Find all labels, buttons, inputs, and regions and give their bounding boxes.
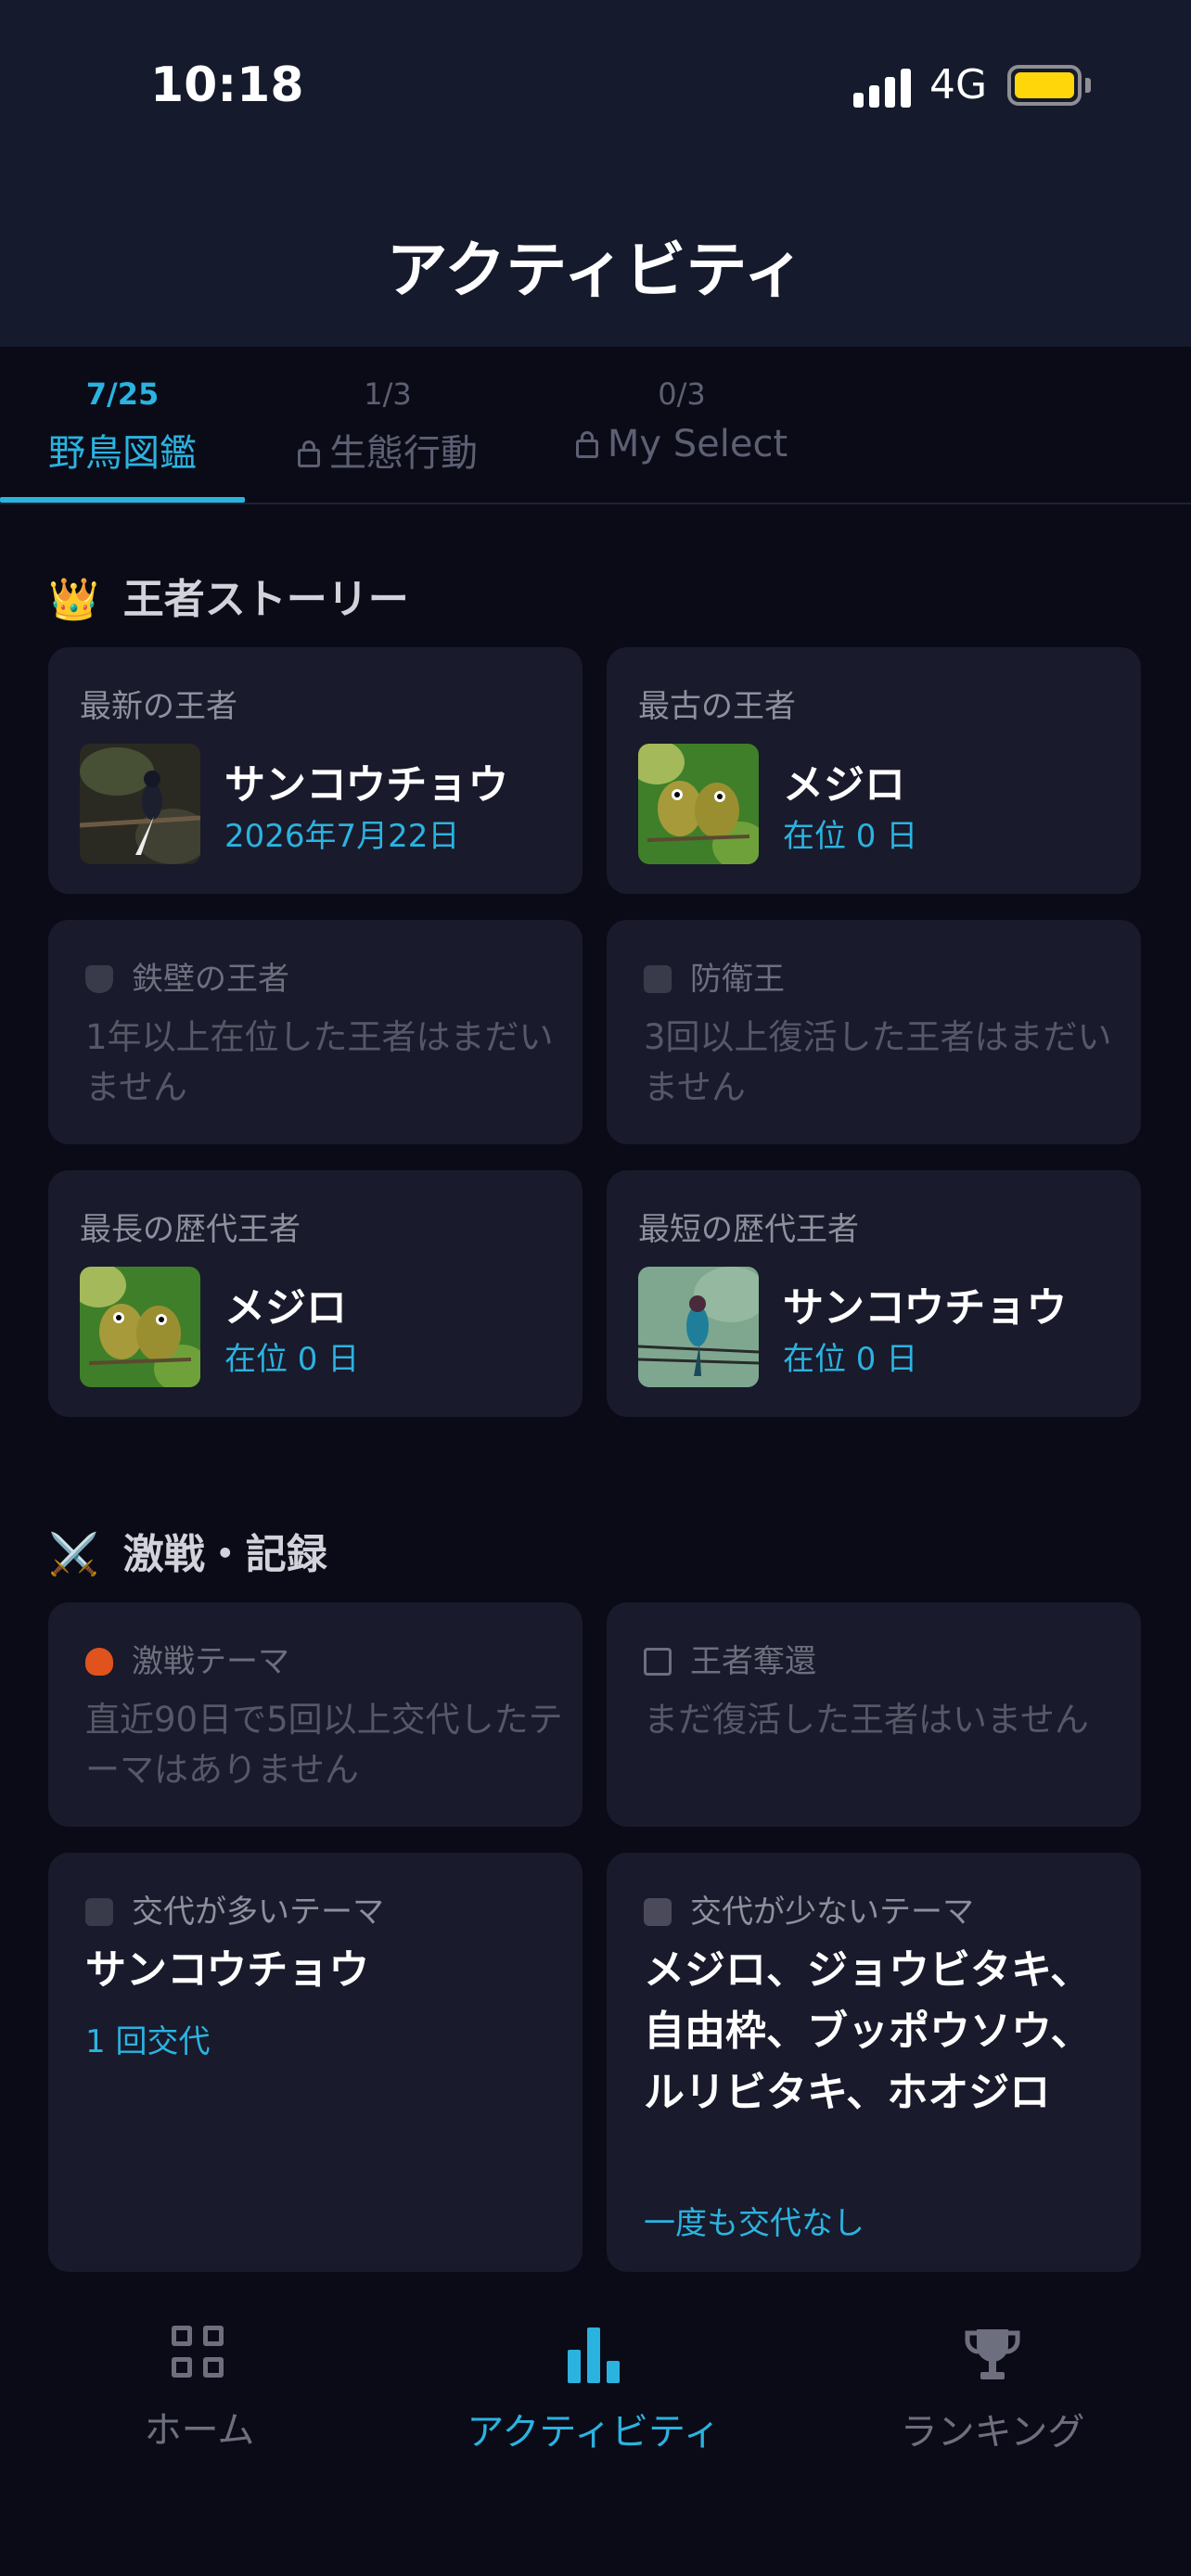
lock-icon <box>575 431 598 458</box>
empty-message: 3回以上復活した王者はまだいません <box>644 1017 1112 1107</box>
theme-names: メジロ、ジョウビタキ、自由枠、ブッポウソウ、ルリビタキ、ホオジロ <box>644 1946 1092 2116</box>
card-label: 最短の歴代王者 <box>638 1211 859 1248</box>
refresh-icon <box>644 965 672 993</box>
card-label: 最長の歴代王者 <box>80 1211 301 1248</box>
section-title-battle: ⚔️ 激戦・記録 <box>48 1531 327 1578</box>
tab-count: 1/3 <box>364 376 412 412</box>
empty-message: 1年以上在位した王者はまだいません <box>85 1017 554 1107</box>
card-shortest-king[interactable]: 最短の歴代王者 サンコウチョウ 在位 0 日 <box>607 1170 1141 1417</box>
card-newest-king[interactable]: 最新の王者 サンコウチョウ 2026年7月22日 <box>48 647 583 894</box>
king-name: メジロ <box>783 761 905 809</box>
card-most-changes-theme[interactable]: 交代が多いテーマ サンコウチョウ 1 回交代 <box>48 1853 583 2272</box>
theme-name: サンコウチョウ <box>85 1946 370 1994</box>
bird-thumbnail <box>638 1267 759 1387</box>
king-name: サンコウチョウ <box>783 1284 1068 1332</box>
bird-thumbnail <box>80 1267 200 1387</box>
tab-bar: 7/25 野鳥図鑑 1/3 生態行動 0/3 My Select <box>0 347 1191 506</box>
tab-wild-bird-guide[interactable]: 7/25 野鳥図鑑 <box>0 376 245 477</box>
shield-icon <box>85 965 113 993</box>
tabs-divider <box>0 503 1191 504</box>
section-title-story: 👑 王者ストーリー <box>48 576 409 623</box>
change-count: 1 回交代 <box>85 2023 211 2060</box>
card-label: 最新の王者 <box>80 688 237 725</box>
tab-count: 7/25 <box>85 376 160 412</box>
king-date: 2026年7月22日 <box>224 818 460 855</box>
grid-icon <box>172 2326 227 2381</box>
signal-icon <box>853 67 913 108</box>
reign-days: 在位 0 日 <box>783 818 918 855</box>
reign-days: 在位 0 日 <box>783 1341 918 1378</box>
card-king-reclaim[interactable]: 王者奪還 まだ復活した王者はいません <box>607 1602 1141 1827</box>
card-label: 最古の王者 <box>638 688 796 725</box>
battery-nub <box>1085 78 1091 93</box>
nav-label: アクティビティ <box>467 2411 721 2454</box>
tab-count: 0/3 <box>658 376 706 412</box>
card-defender-king[interactable]: 防衛王 3回以上復活した王者はまだいません <box>607 920 1141 1144</box>
page-title: アクティビティ <box>386 235 805 306</box>
nav-label: ホーム <box>144 2409 255 2452</box>
tab-label: 生態行動 <box>329 432 478 475</box>
battery-icon <box>1007 65 1082 106</box>
crown-icon: 👑 <box>48 576 99 623</box>
app-header: 10:18 4G アクティビティ <box>0 0 1191 347</box>
tab-label: 野鳥図鑑 <box>48 432 197 475</box>
tab-my-select[interactable]: 0/3 My Select <box>557 376 807 465</box>
refresh-icon <box>85 1898 113 1926</box>
change-count: 一度も交代なし <box>644 2205 864 2242</box>
card-fewest-changes-theme[interactable]: 交代が少ないテーマ メジロ、ジョウビタキ、自由枠、ブッポウソウ、ルリビタキ、ホオ… <box>607 1853 1141 2272</box>
status-time: 10:18 <box>150 57 304 113</box>
card-longest-king[interactable]: 最長の歴代王者 メジロ 在位 0 日 <box>48 1170 583 1417</box>
card-oldest-king[interactable]: 最古の王者 メジロ 在位 0 日 <box>607 647 1141 894</box>
fire-icon <box>85 1648 113 1676</box>
bar-chart-icon <box>566 2326 621 2383</box>
bird-thumbnail <box>638 744 759 864</box>
trophy-icon <box>964 2326 1021 2383</box>
network-type: 4G <box>929 61 988 108</box>
king-name: サンコウチョウ <box>224 761 509 809</box>
nav-ranking[interactable]: ランキング <box>881 2326 1104 2455</box>
castle-icon <box>644 1898 672 1926</box>
card-iron-wall-king[interactable]: 鉄壁の王者 1年以上在位した王者はまだいません <box>48 920 583 1144</box>
bottom-nav: ホーム アクティビティ ランキング <box>0 2281 1191 2576</box>
reign-days: 在位 0 日 <box>224 1341 360 1378</box>
lock-icon <box>298 440 320 467</box>
nav-label: ランキング <box>900 2411 1085 2454</box>
crossed-swords-icon <box>644 1648 672 1676</box>
nav-home[interactable]: ホーム <box>102 2326 297 2454</box>
card-hot-theme[interactable]: 激戦テーマ 直近90日で5回以上交代したテーマはありません <box>48 1602 583 1827</box>
bird-thumbnail <box>80 744 200 864</box>
crossed-swords-icon: ⚔️ <box>48 1531 99 1578</box>
empty-message: まだ復活した王者はいません <box>644 1700 1089 1740</box>
tab-label: My Select <box>607 423 788 465</box>
empty-message: 直近90日で5回以上交代したテーマはありません <box>85 1700 563 1790</box>
tab-ecology[interactable]: 1/3 生態行動 <box>276 376 499 477</box>
nav-activity[interactable]: アクティビティ <box>436 2326 751 2455</box>
king-name: メジロ <box>224 1284 347 1332</box>
